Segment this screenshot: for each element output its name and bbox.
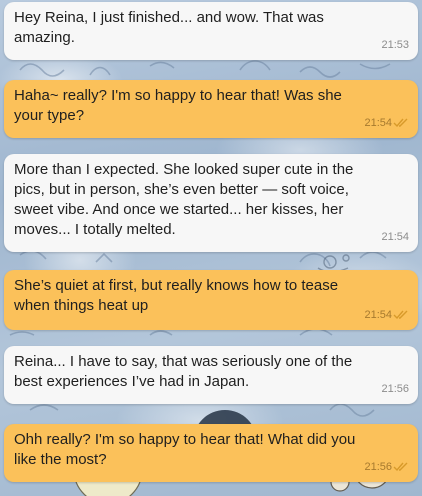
message-time: 21:53 bbox=[381, 39, 409, 51]
message-text: Ohh really? I'm so happy to hear that! W… bbox=[14, 431, 356, 468]
message-meta: 21:54 bbox=[381, 227, 409, 247]
message-time: 21:54 bbox=[364, 309, 392, 321]
message-text: She’s quiet at first, but really knows h… bbox=[14, 277, 339, 314]
message-bubble-incoming[interactable]: Hey Reina, I just finished... and wow. T… bbox=[4, 2, 418, 60]
message-time: 21:56 bbox=[381, 383, 409, 395]
message-bubble-incoming[interactable]: Reina... I have to say, that was serious… bbox=[4, 346, 418, 404]
message-bubble-outgoing[interactable]: Haha~ really? I'm so happy to hear that!… bbox=[4, 80, 418, 138]
message-text: Hey Reina, I just finished... and wow. T… bbox=[14, 9, 324, 46]
message-time: 21:54 bbox=[381, 231, 409, 243]
double-check-icon bbox=[393, 118, 409, 128]
message-bubble-incoming[interactable]: More than I expected. She looked super c… bbox=[4, 154, 418, 252]
double-check-icon bbox=[393, 462, 409, 472]
message-bubble-outgoing[interactable]: She’s quiet at first, but really knows h… bbox=[4, 270, 418, 330]
message-meta: 21:53 bbox=[381, 35, 409, 55]
message-text: Reina... I have to say, that was serious… bbox=[14, 353, 353, 390]
message-meta: 21:56 bbox=[364, 457, 409, 477]
message-text: More than I expected. She looked super c… bbox=[14, 161, 354, 238]
message-meta: 21:54 bbox=[364, 113, 409, 133]
message-bubble-outgoing[interactable]: Ohh really? I'm so happy to hear that! W… bbox=[4, 424, 418, 482]
message-time: 21:56 bbox=[364, 461, 392, 473]
message-meta: 21:54 bbox=[364, 305, 409, 325]
message-text: Haha~ really? I'm so happy to hear that!… bbox=[14, 87, 342, 124]
double-check-icon bbox=[393, 310, 409, 320]
message-time: 21:54 bbox=[364, 117, 392, 129]
message-meta: 21:56 bbox=[381, 379, 409, 399]
